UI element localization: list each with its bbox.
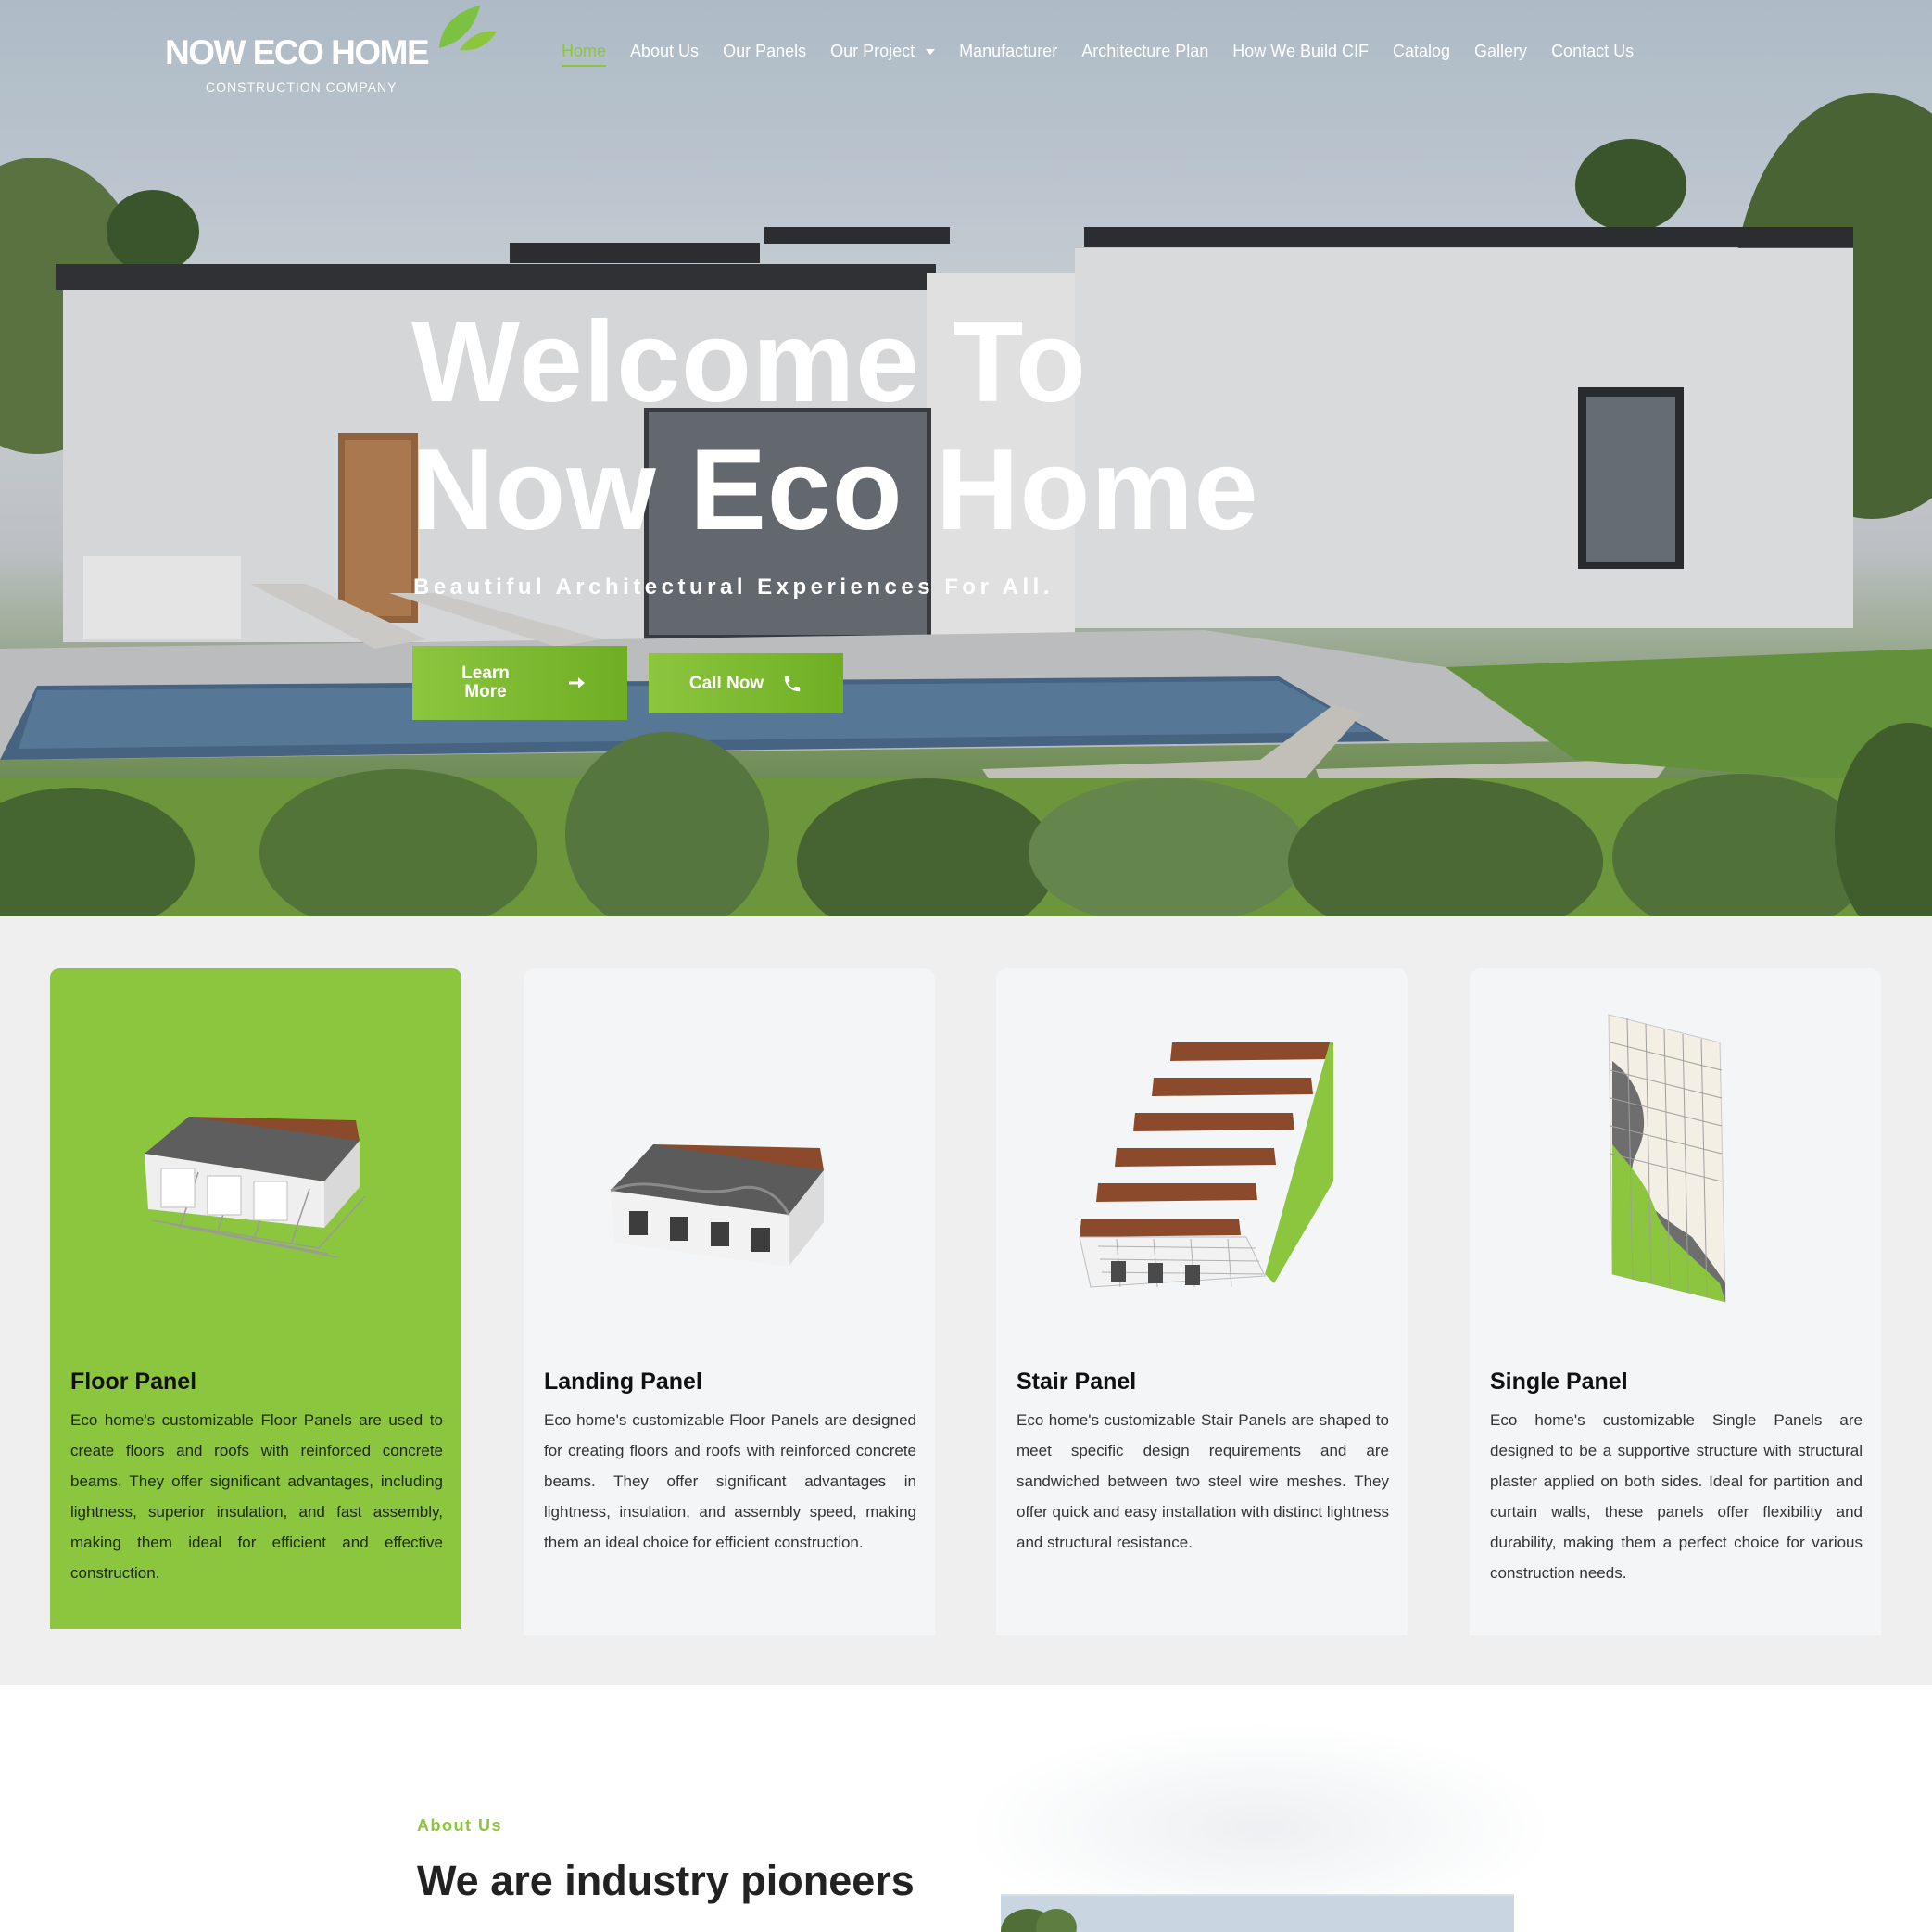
panel-card-floor[interactable]: Floor Panel Eco home's customizable Floo…	[50, 968, 461, 1629]
panel-card-title: Floor Panel	[70, 1369, 197, 1395]
hero-title-line-1: Welcome To	[411, 298, 1087, 426]
learn-more-label-line-2: More	[464, 682, 507, 701]
call-now-label: Call Now	[688, 673, 764, 693]
panel-card-landing[interactable]: Landing Panel Eco home's customizable Fl…	[524, 968, 935, 1635]
learn-more-label-line-1: Learn	[461, 663, 510, 683]
landing-panel-image	[610, 1144, 824, 1267]
nav-item-contact-us[interactable]: Contact Us	[1551, 42, 1634, 61]
panel-card-single[interactable]: Single Panel Eco home's customizable Sin…	[1470, 968, 1881, 1635]
panel-card-stair[interactable]: Stair Panel Eco home's customizable Stai…	[996, 968, 1408, 1635]
panel-card-description: Eco home's customizable Floor Panels are…	[544, 1411, 916, 1551]
learn-more-button[interactable]: Learn More	[412, 646, 627, 720]
leaf-icon	[439, 6, 497, 51]
brand-name: NOW ECO HOME	[165, 33, 430, 71]
about-image	[1001, 1894, 1514, 1932]
panel-card-title: Single Panel	[1490, 1369, 1628, 1395]
about-image-graphic	[1001, 1894, 1514, 1932]
panel-card-title: Stair Panel	[1017, 1369, 1137, 1395]
hero-title-line-2: Now Eco Home	[411, 426, 1259, 554]
panel-card-description: Eco home's customizable Stair Panels are…	[1017, 1411, 1389, 1551]
nav-item-about-us[interactable]: About Us	[630, 42, 699, 61]
panel-card-description: Eco home's customizable Single Panels ar…	[1490, 1411, 1863, 1582]
arrow-right-icon	[569, 677, 585, 688]
brand-logo[interactable]: NOW ECO HOME CONSTRUCTION COMPANY	[165, 6, 499, 96]
nav-item-home[interactable]: Home	[562, 42, 607, 67]
panel-card-title: Landing Panel	[544, 1369, 702, 1395]
floor-panel-image	[145, 1117, 366, 1258]
nav-item-our-panels[interactable]: Our Panels	[723, 42, 806, 61]
panel-card-description: Eco home's customizable Floor Panels are…	[70, 1411, 443, 1582]
nav-item-manufacturer[interactable]: Manufacturer	[959, 42, 1057, 61]
hero-section: NOW ECO HOME CONSTRUCTION COMPANY Home A…	[0, 0, 1932, 916]
main-navigation: Home About Us Our Panels Our Project Man…	[562, 37, 1658, 67]
about-heading: We are industry pioneers	[417, 1857, 915, 1904]
nav-item-catalog[interactable]: Catalog	[1393, 42, 1450, 61]
chevron-down-icon	[926, 48, 936, 55]
hero-title: Welcome To Now Eco Home	[411, 298, 1259, 554]
call-now-button[interactable]: Call Now	[649, 653, 843, 713]
learn-more-label: Learn More	[453, 664, 518, 701]
brand-tagline: CONSTRUCTION COMPANY	[206, 80, 398, 95]
phone-icon	[784, 676, 801, 691]
single-panel-image	[1608, 1014, 1726, 1303]
nav-item-architecture-plan[interactable]: Architecture Plan	[1081, 42, 1208, 61]
stair-panel-image	[1079, 1042, 1333, 1288]
nav-item-how-we-build-cif[interactable]: How We Build CIF	[1232, 42, 1369, 61]
panels-section: Floor Panel Eco home's customizable Floo…	[0, 916, 1932, 1685]
nav-item-our-project[interactable]: Our Project	[830, 41, 936, 61]
nav-item-gallery[interactable]: Gallery	[1474, 42, 1527, 61]
about-eyebrow: About Us	[417, 1816, 502, 1835]
hero-subtitle: Beautiful Architectural Experiences For …	[413, 575, 1054, 600]
about-section: About Us We are industry pioneers	[0, 1685, 1932, 1932]
nav-item-our-project-label: Our Project	[830, 41, 915, 60]
